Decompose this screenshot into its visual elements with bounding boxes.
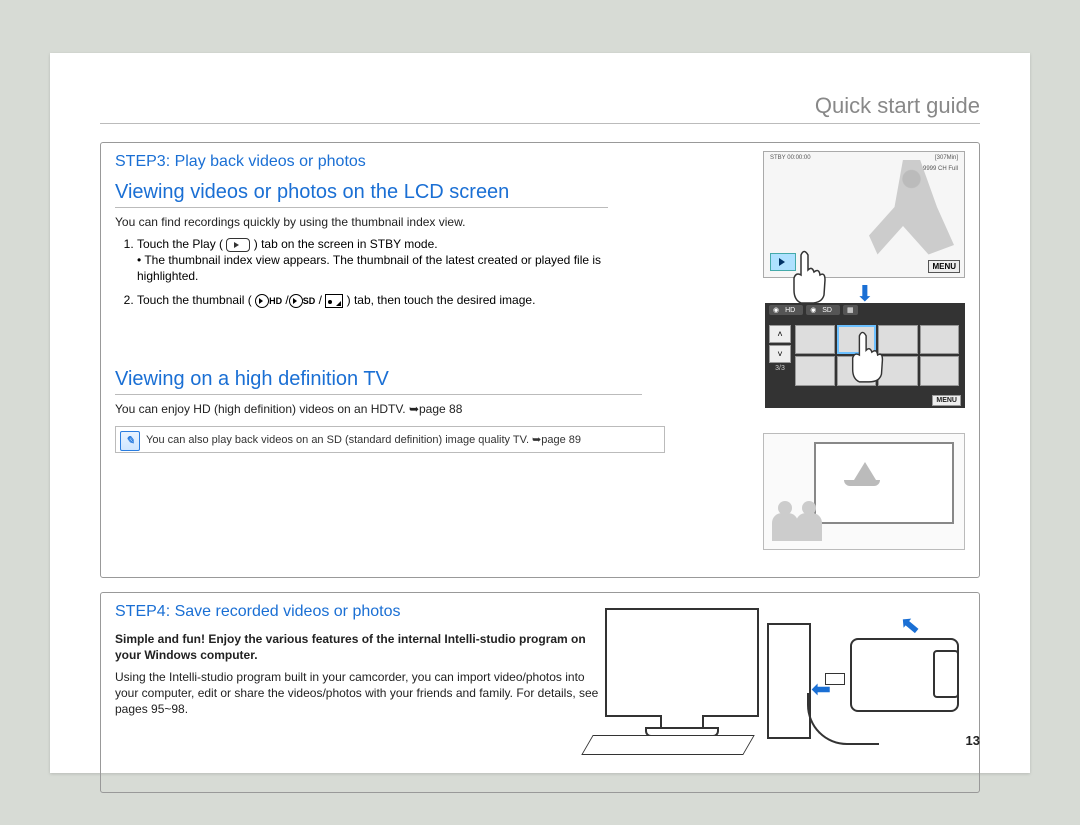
panel-step3: STEP3: Play back videos or photos Viewin… — [100, 142, 980, 578]
touch-hand-icon — [786, 250, 836, 305]
lcd-stby-illustration: STBY 00:00:00 [307Min] 9999 CH Full MENU — [763, 151, 965, 278]
li2-text-a: Touch the thumbnail ( — [137, 293, 252, 307]
viewer-silhouette-1 — [772, 501, 798, 541]
sd-label: SD — [303, 296, 316, 306]
thumb — [920, 325, 960, 355]
thumb-hd-icon — [255, 294, 269, 308]
lcd2-menu-button: MENU — [932, 395, 961, 406]
li2-text-b: ) tab, then touch the desired image. — [347, 293, 536, 307]
thumb — [795, 325, 835, 355]
page-number: 13 — [966, 733, 980, 748]
lcd2-nav: ˄ ˅ — [769, 325, 791, 363]
lcd2-tabs: ◉ HD ◉ SD ▦ — [769, 305, 961, 315]
step3-item-1: Touch the Play ( ) tab on the screen in … — [137, 236, 647, 285]
section-lcd-title: Viewing videos or photos on the LCD scre… — [115, 181, 608, 208]
pc-tower-icon — [767, 623, 811, 739]
li1-sub: • The thumbnail index view appears. The … — [137, 252, 647, 284]
touch-hand-icon-2 — [845, 331, 893, 383]
step3-item-2: Touch the thumbnail ( HD /SD / ) tab, th… — [137, 292, 647, 308]
manual-page: Quick start guide STEP3: Play back video… — [50, 53, 1030, 773]
note-text: You can also play back videos on an SD (… — [146, 434, 581, 446]
pc-connection-illustration: ⬅ ⬅ — [605, 603, 965, 753]
monitor-icon — [605, 608, 759, 717]
lcd1-menu-button: MENU — [928, 260, 960, 273]
section-hdtv-body: You can enjoy HD (high definition) video… — [115, 401, 625, 417]
lcd2-tab-sd: ◉ SD — [806, 305, 840, 315]
thumb — [795, 356, 835, 386]
nav-up-icon: ˄ — [769, 325, 791, 343]
note-icon: ✎ — [120, 431, 140, 451]
thumb — [920, 356, 960, 386]
lcd2-tab-hd: ◉ HD — [769, 305, 803, 315]
panel-step4: STEP4: Save recorded videos or photos Si… — [100, 592, 980, 793]
li1-sub-text: The thumbnail index view appears. The th… — [137, 253, 601, 283]
nav-down-icon: ˅ — [769, 345, 791, 363]
tv-screen — [814, 442, 954, 524]
note-sd-tv: ✎ You can also play back videos on an SD… — [115, 426, 665, 453]
thumb-sd-icon — [289, 294, 303, 308]
li1-text-a: Touch the Play ( — [137, 237, 223, 251]
thumb-photo-icon — [325, 294, 343, 308]
li1-text-b: ) tab on the screen in STBY mode. — [254, 237, 438, 251]
lcd1-topbar: STBY 00:00:00 [307Min] — [770, 155, 958, 161]
lcd2-tab-sd-label: SD — [818, 306, 836, 315]
step4-body: Using the Intelli-studio program built i… — [115, 669, 608, 718]
camcorder-icon — [850, 638, 959, 712]
step3-list: Touch the Play ( ) tab on the screen in … — [115, 236, 647, 309]
lcd2-page-indicator: 3/3 — [769, 365, 791, 372]
lcd1-stby-text: STBY 00:00:00 — [770, 155, 811, 161]
skateboarder-silhouette-icon — [869, 160, 954, 255]
section-hdtv-title: Viewing on a high definition TV — [115, 368, 642, 395]
keyboard-icon — [581, 735, 755, 755]
step4-bold-intro: Simple and fun! Enjoy the various featur… — [115, 631, 608, 663]
hd-label: HD — [269, 296, 282, 306]
sailboat-icon — [836, 462, 886, 492]
lcd1-time-remain: [307Min] — [935, 155, 958, 161]
hdtv-illustration — [763, 433, 965, 550]
page-header-title: Quick start guide — [100, 93, 980, 124]
lcd-thumbnail-illustration: ◉ HD ◉ SD ▦ ˄ ˅ 3/3 MENU — [765, 303, 965, 408]
viewer-silhouette-2 — [796, 501, 822, 541]
lcd2-tab-hd-label: HD — [781, 306, 799, 315]
lcd2-tab-photo: ▦ — [843, 305, 858, 315]
play-tab-icon — [226, 238, 250, 252]
lcd1-line2: 9999 CH Full — [923, 166, 958, 172]
